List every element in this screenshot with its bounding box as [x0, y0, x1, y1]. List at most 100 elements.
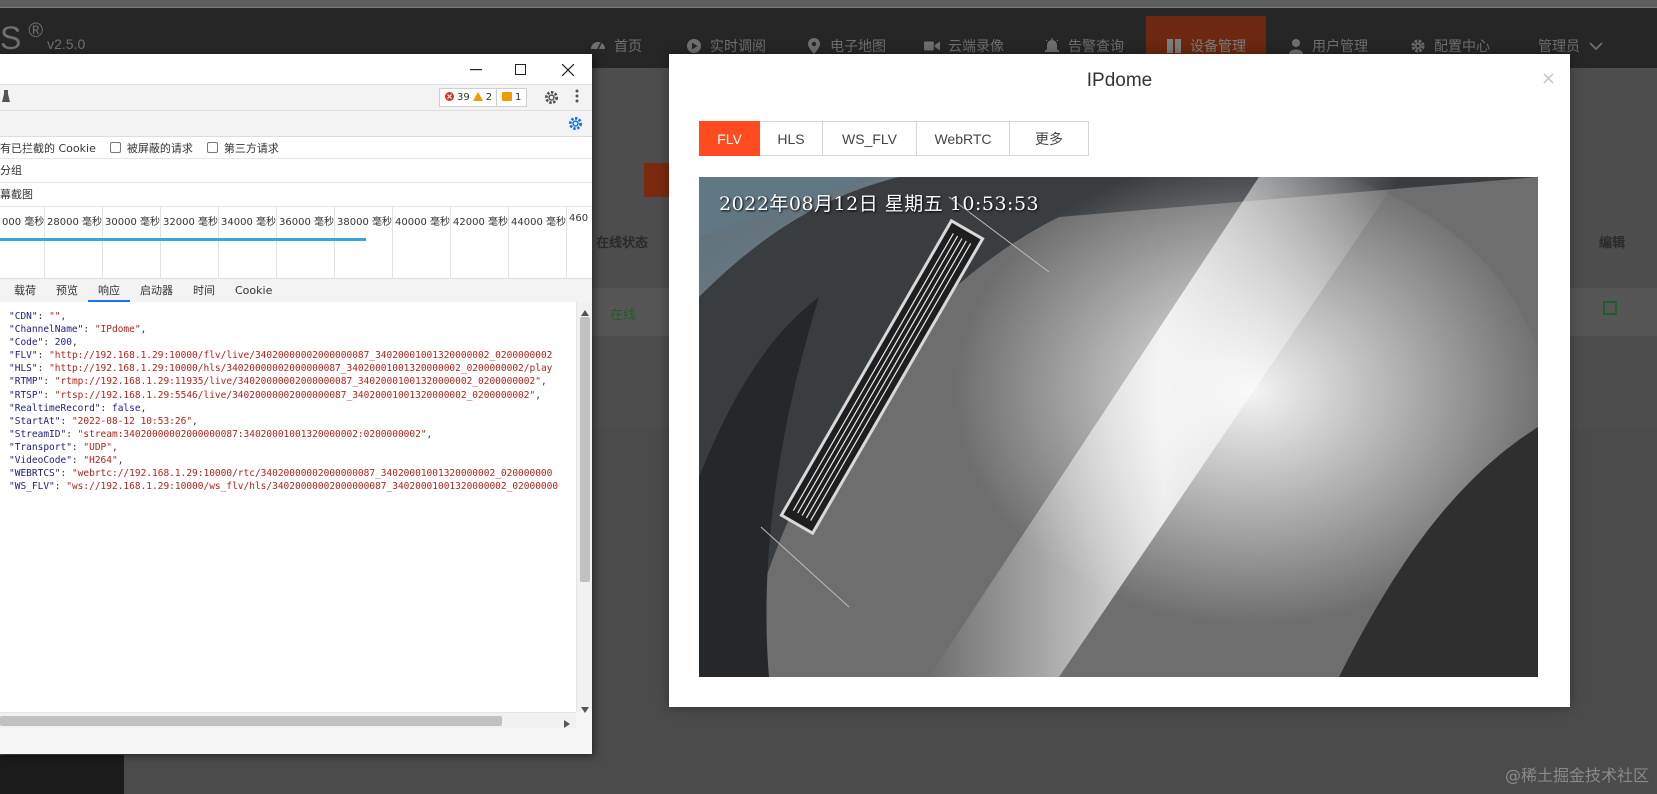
tab-payload[interactable]: 载荷	[0, 279, 46, 302]
book-icon	[1166, 38, 1182, 54]
json-separator: :	[37, 363, 50, 375]
flask-icon[interactable]	[2, 90, 10, 105]
timeline-tick: 30000 毫秒	[102, 207, 160, 278]
json-comma: ,	[71, 337, 78, 349]
timeline-tick: 38000 毫秒	[334, 207, 392, 278]
horizontal-scrollbar[interactable]	[0, 712, 576, 728]
response-line: "RealtimeRecord": false,	[9, 402, 576, 415]
tab-response[interactable]: 响应	[88, 279, 130, 302]
third-party-checkbox[interactable]	[206, 142, 218, 153]
error-count: 39	[457, 92, 470, 103]
json-comma: ,	[535, 389, 541, 401]
response-line: "RTMP": "rtmp://192.168.1.29:11935/live/…	[9, 375, 576, 388]
filter-row: 有已拦截的 Cookie 被屏蔽的请求 第三方请求	[0, 137, 592, 159]
nav-item-home[interactable]: 首页	[590, 16, 642, 76]
json-value: "stream:34020000002000000087:34020001001…	[77, 428, 427, 440]
json-value: ""	[49, 311, 61, 322]
status-online: 在线	[610, 308, 637, 323]
response-body[interactable]: "CDN": "", "ChannelName": "IPdome", "Code"…	[0, 302, 576, 712]
json-separator: :	[43, 376, 55, 388]
timeline-tick: 28000 毫秒	[44, 207, 102, 278]
app-brand[interactable]: S ®v2.5.0	[0, 20, 85, 57]
close-icon[interactable]: ×	[1541, 68, 1556, 89]
json-key: "HLS"	[9, 363, 38, 375]
flv-button[interactable]: FLV	[699, 121, 760, 156]
json-separator: :	[71, 441, 84, 453]
error-icon	[445, 91, 454, 104]
map-marker-icon	[806, 38, 822, 54]
close-window-button[interactable]	[545, 54, 590, 85]
watermark: @稀土掘金技术社区	[1504, 766, 1649, 785]
json-value: "webrtc://192.168.1.29:10000/rtc/3402000…	[71, 468, 553, 480]
protocol-button-group: FLV HLS WS_FLV WebRTC 更多	[699, 121, 1089, 156]
scroll-down-icon[interactable]	[581, 702, 589, 716]
video-camera-icon	[924, 38, 940, 54]
json-comma: ,	[540, 376, 547, 388]
json-key: "VideoCode"	[9, 455, 72, 467]
json-key: "ChannelName"	[9, 324, 84, 336]
network-timeline[interactable]: 000 毫秒 28000 毫秒 30000 毫秒 32000 毫秒 34000 …	[0, 207, 592, 279]
screenshot-option[interactable]: 幕截图	[0, 183, 592, 207]
minimize-button[interactable]	[453, 54, 498, 85]
issue-count: 1	[515, 92, 522, 103]
response-line: "RTSP": "rtsp://192.168.1.29:5546/live/3…	[9, 389, 576, 402]
json-value: "UDP"	[83, 441, 112, 453]
json-comma: ,	[140, 402, 147, 414]
modal-title: IPdome	[1086, 70, 1153, 91]
nav-label: 实时调阅	[710, 39, 766, 55]
issues-badge[interactable]: 1	[496, 88, 528, 107]
tab-initiator[interactable]: 启动器	[130, 279, 183, 302]
vertical-scroll-thumb[interactable]	[580, 317, 590, 582]
network-settings-icon[interactable]	[568, 116, 583, 134]
json-value: 200	[54, 337, 72, 349]
json-key: "Transport"	[9, 441, 72, 453]
nav-label: 电子地图	[830, 39, 886, 55]
nav-label: 配置中心	[1434, 39, 1490, 55]
json-key: "RTMP"	[9, 376, 44, 388]
json-comma: ,	[140, 324, 147, 336]
response-line: "Code": 200,	[9, 336, 576, 349]
issue-icon	[502, 91, 512, 104]
json-key: "RealtimeRecord"	[9, 402, 101, 414]
video-player-modal: IPdome × FLV HLS WS_FLV WebRTC 更多 2022年0…	[669, 54, 1570, 707]
json-key: "StartAt"	[9, 415, 61, 427]
vertical-scrollbar[interactable]	[576, 302, 592, 713]
edit-icon[interactable]	[1603, 301, 1617, 315]
timeline-tick: 34000 毫秒	[218, 207, 276, 278]
video-player[interactable]: 2022年08月12日 星期五 10:53:53	[699, 177, 1538, 677]
tab-cookie[interactable]: Cookie	[225, 279, 282, 302]
group-option[interactable]: 分组	[0, 159, 592, 183]
response-line: "Transport": "UDP",	[9, 441, 576, 454]
blocked-requests-checkbox[interactable]	[109, 142, 121, 153]
response-line: "CDN": "",	[9, 310, 576, 323]
nav-label: 设备管理	[1190, 39, 1246, 55]
more-button[interactable]: 更多	[1010, 121, 1089, 156]
json-separator: :	[71, 455, 84, 467]
tab-timing[interactable]: 时间	[183, 279, 225, 302]
error-warning-badge[interactable]: 39 2	[439, 88, 499, 107]
play-circle-icon	[686, 38, 702, 54]
json-comma: ,	[117, 455, 124, 467]
json-separator: :	[37, 311, 50, 322]
timeline-tick: 460	[566, 207, 588, 278]
ws-flv-button[interactable]: WS_FLV	[823, 121, 917, 156]
timeline-tick: 42000 毫秒	[450, 207, 508, 278]
json-value: "IPdome"	[94, 324, 141, 336]
json-key: "StreamID"	[9, 428, 67, 440]
horizontal-scroll-thumb[interactable]	[0, 716, 502, 726]
json-value: "http://192.168.1.29:10000/flv/live/3402…	[49, 350, 553, 362]
maximize-button[interactable]	[498, 54, 543, 85]
scroll-right-icon[interactable]	[564, 717, 570, 731]
timeline-tick: 000 毫秒	[2, 217, 45, 228]
settings-gear-icon[interactable]	[544, 90, 559, 108]
webrtc-button[interactable]: WebRTC	[917, 121, 1010, 156]
json-value: "H264"	[83, 455, 118, 467]
hls-button[interactable]: HLS	[760, 121, 823, 156]
json-value: "rtmp://192.168.1.29:11935/live/34020000…	[54, 376, 541, 388]
json-separator: :	[83, 324, 95, 336]
more-vertical-icon[interactable]	[575, 89, 579, 106]
window-top-strip	[0, 0, 1657, 8]
tab-preview[interactable]: 预览	[46, 279, 88, 302]
registered-mark: ®	[28, 20, 44, 42]
devtools-window: 39 2 1 有已拦截的 Cookie 被屏蔽的请求 第三方请求 分组 幕截图 …	[0, 54, 592, 754]
